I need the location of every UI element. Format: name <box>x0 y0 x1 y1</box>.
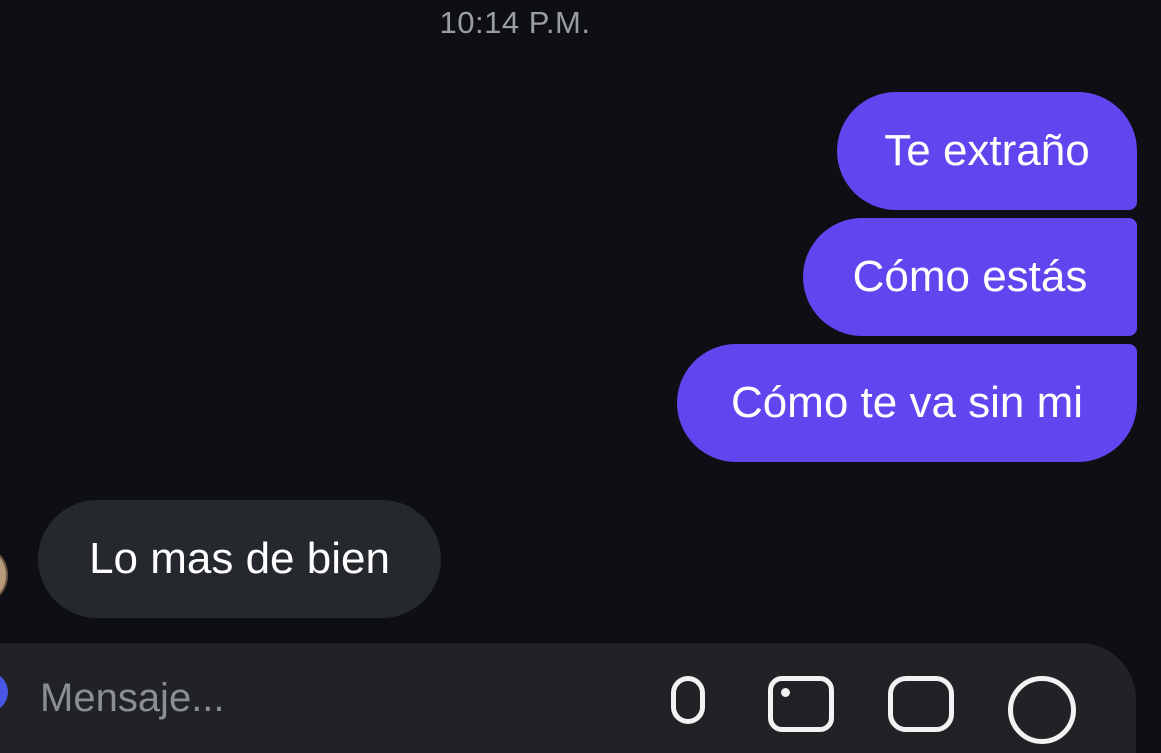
sticker-icon[interactable] <box>888 676 954 732</box>
sent-message-bubble[interactable]: Cómo te va sin mi <box>677 344 1137 462</box>
received-message-bubble[interactable]: Lo mas de bien <box>38 500 441 618</box>
message-input[interactable]: Mensaje... <box>40 676 225 721</box>
sent-message-bubble[interactable]: Te extraño <box>837 92 1137 210</box>
contact-avatar[interactable] <box>0 548 8 602</box>
plus-icon[interactable] <box>1008 676 1076 744</box>
microphone-icon[interactable] <box>671 676 705 724</box>
gallery-icon[interactable] <box>768 676 834 732</box>
sent-message-bubble[interactable]: Cómo estás <box>803 218 1137 336</box>
message-timestamp: 10:14 P.M. <box>439 5 591 40</box>
